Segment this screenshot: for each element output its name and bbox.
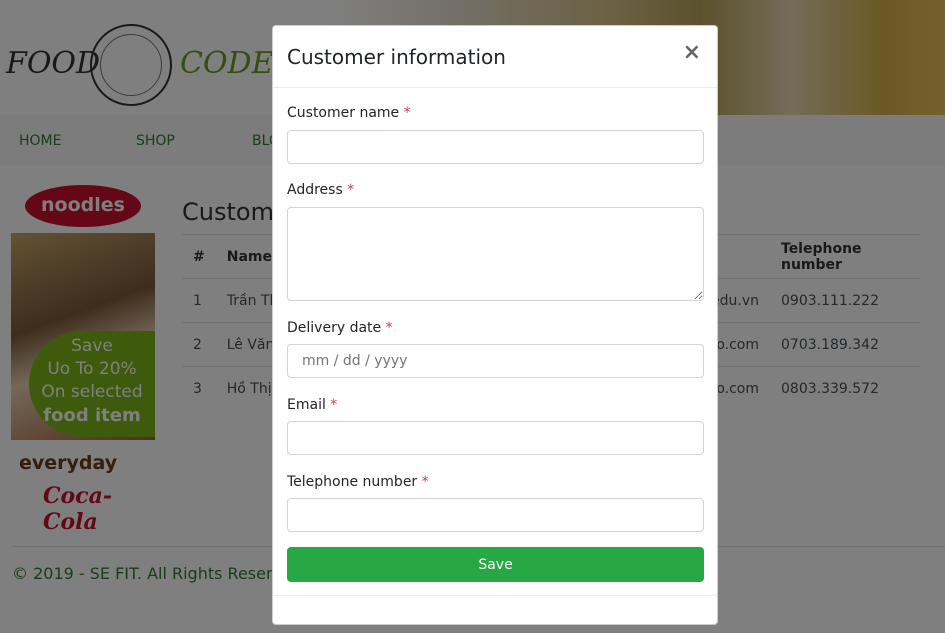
label-text: Telephone number: [287, 474, 418, 490]
required-mark: *: [385, 320, 393, 336]
modal-footer: [273, 595, 717, 596]
address-input[interactable]: [287, 207, 704, 301]
label-text: Delivery date: [287, 320, 382, 336]
modal-header: Customer information ×: [273, 26, 717, 88]
required-mark: *: [403, 105, 411, 121]
customer-name-label: Customer name *: [287, 105, 411, 121]
telephone-input[interactable]: [287, 498, 704, 532]
email-input[interactable]: [287, 421, 704, 455]
customer-modal: Customer information × Customer name * A…: [272, 25, 718, 625]
telephone-label: Telephone number *: [287, 474, 429, 490]
customer-name-input[interactable]: [287, 130, 704, 164]
label-text: Email: [287, 397, 326, 413]
delivery-date-label: Delivery date *: [287, 320, 393, 336]
email-label: Email *: [287, 397, 337, 413]
required-mark: *: [330, 397, 338, 413]
address-label: Address *: [287, 182, 354, 198]
close-icon[interactable]: ×: [683, 40, 701, 65]
required-mark: *: [347, 182, 355, 198]
required-mark: *: [421, 474, 429, 490]
label-text: Address: [287, 182, 343, 198]
modal-title: Customer information: [287, 45, 506, 69]
save-button[interactable]: Save: [287, 547, 704, 582]
label-text: Customer name: [287, 105, 400, 121]
delivery-date-input[interactable]: [287, 344, 704, 378]
